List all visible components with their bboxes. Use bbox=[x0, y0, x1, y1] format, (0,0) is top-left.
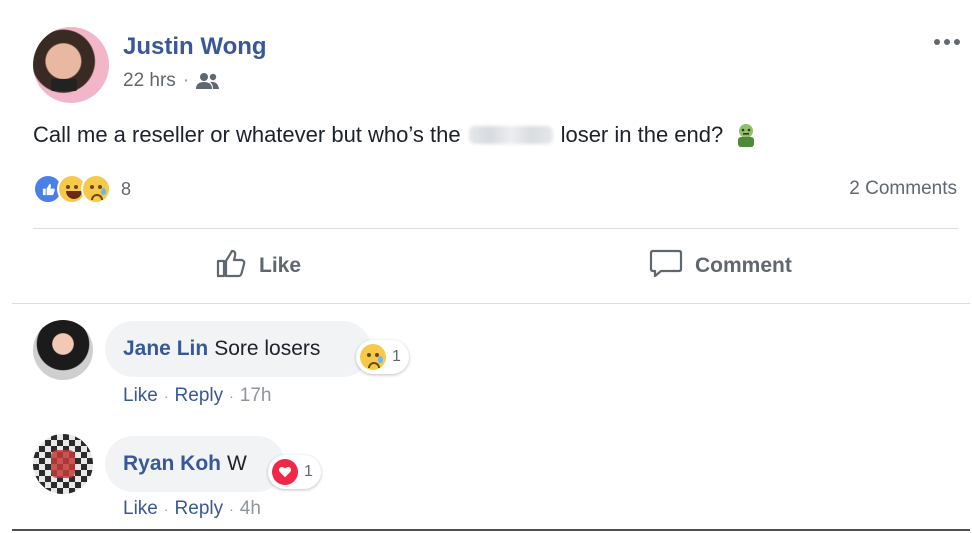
reactions-summary[interactable]: 8 bbox=[33, 174, 131, 204]
comment-reply-link[interactable]: Reply bbox=[175, 498, 224, 520]
separator: · bbox=[229, 388, 234, 404]
like-button[interactable]: Like bbox=[215, 246, 301, 286]
post-timestamp[interactable]: 22 hrs bbox=[123, 70, 176, 92]
reaction-count: 8 bbox=[121, 178, 132, 199]
comment-bubble: Ryan Koh W bbox=[105, 436, 285, 492]
comment-reactions[interactable]: 1 bbox=[356, 340, 409, 374]
comments-count-link[interactable]: 2 Comments bbox=[849, 178, 957, 200]
friends-icon[interactable] bbox=[196, 72, 220, 90]
comment-timestamp[interactable]: 4h bbox=[240, 498, 261, 520]
censored-word bbox=[468, 126, 553, 144]
comment-button-label: Comment bbox=[695, 254, 792, 277]
sad-reaction-icon bbox=[81, 174, 111, 204]
comment-like-link[interactable]: Like bbox=[123, 385, 158, 407]
comment-timestamp[interactable]: 17h bbox=[240, 385, 272, 407]
meta-separator: · bbox=[182, 70, 190, 91]
divider bbox=[33, 228, 958, 229]
more-options-icon[interactable] bbox=[930, 32, 964, 52]
comment-text: Sore losers bbox=[214, 337, 321, 360]
commenter-avatar[interactable] bbox=[33, 320, 93, 380]
comment-button[interactable]: Comment bbox=[649, 246, 792, 286]
post-meta: 22 hrs · bbox=[123, 70, 220, 92]
author-name[interactable]: Justin Wong bbox=[123, 33, 267, 61]
post-text: Call me a reseller or whatever but who’s… bbox=[33, 122, 759, 148]
comment-bubble: Jane Lin Sore losers bbox=[105, 321, 371, 377]
commenter-name[interactable]: Jane Lin bbox=[123, 337, 208, 361]
comment-text: W bbox=[227, 452, 247, 475]
comment-like-link[interactable]: Like bbox=[123, 498, 158, 520]
love-reaction-icon bbox=[272, 459, 298, 485]
bottom-border bbox=[12, 529, 970, 531]
comment-actions: Like · Reply · 17h bbox=[123, 385, 271, 407]
commenter-avatar[interactable] bbox=[33, 434, 93, 494]
comment-reaction-count: 1 bbox=[304, 463, 313, 480]
facebook-post: Justin Wong 22 hrs · Call me a reseller … bbox=[0, 0, 972, 533]
comment-actions: Like · Reply · 4h bbox=[123, 498, 261, 520]
divider bbox=[12, 303, 970, 304]
separator: · bbox=[229, 501, 234, 517]
separator: · bbox=[163, 388, 169, 404]
comment-reaction-count: 1 bbox=[392, 348, 401, 365]
post-text-end: loser in the end? bbox=[560, 122, 724, 147]
comment-reply-link[interactable]: Reply bbox=[175, 385, 224, 407]
post-text-start: Call me a reseller or whatever but who’s… bbox=[33, 122, 461, 147]
thumbs-up-icon bbox=[215, 247, 247, 285]
zombie-emoji-icon bbox=[733, 122, 759, 148]
commenter-name[interactable]: Ryan Koh bbox=[123, 452, 221, 476]
author-avatar[interactable] bbox=[33, 27, 109, 103]
sad-reaction-icon bbox=[360, 344, 386, 370]
comment-reactions[interactable]: 1 bbox=[268, 455, 321, 489]
like-button-label: Like bbox=[259, 254, 302, 277]
comment-bubble-icon bbox=[649, 247, 683, 285]
separator: · bbox=[163, 501, 169, 517]
